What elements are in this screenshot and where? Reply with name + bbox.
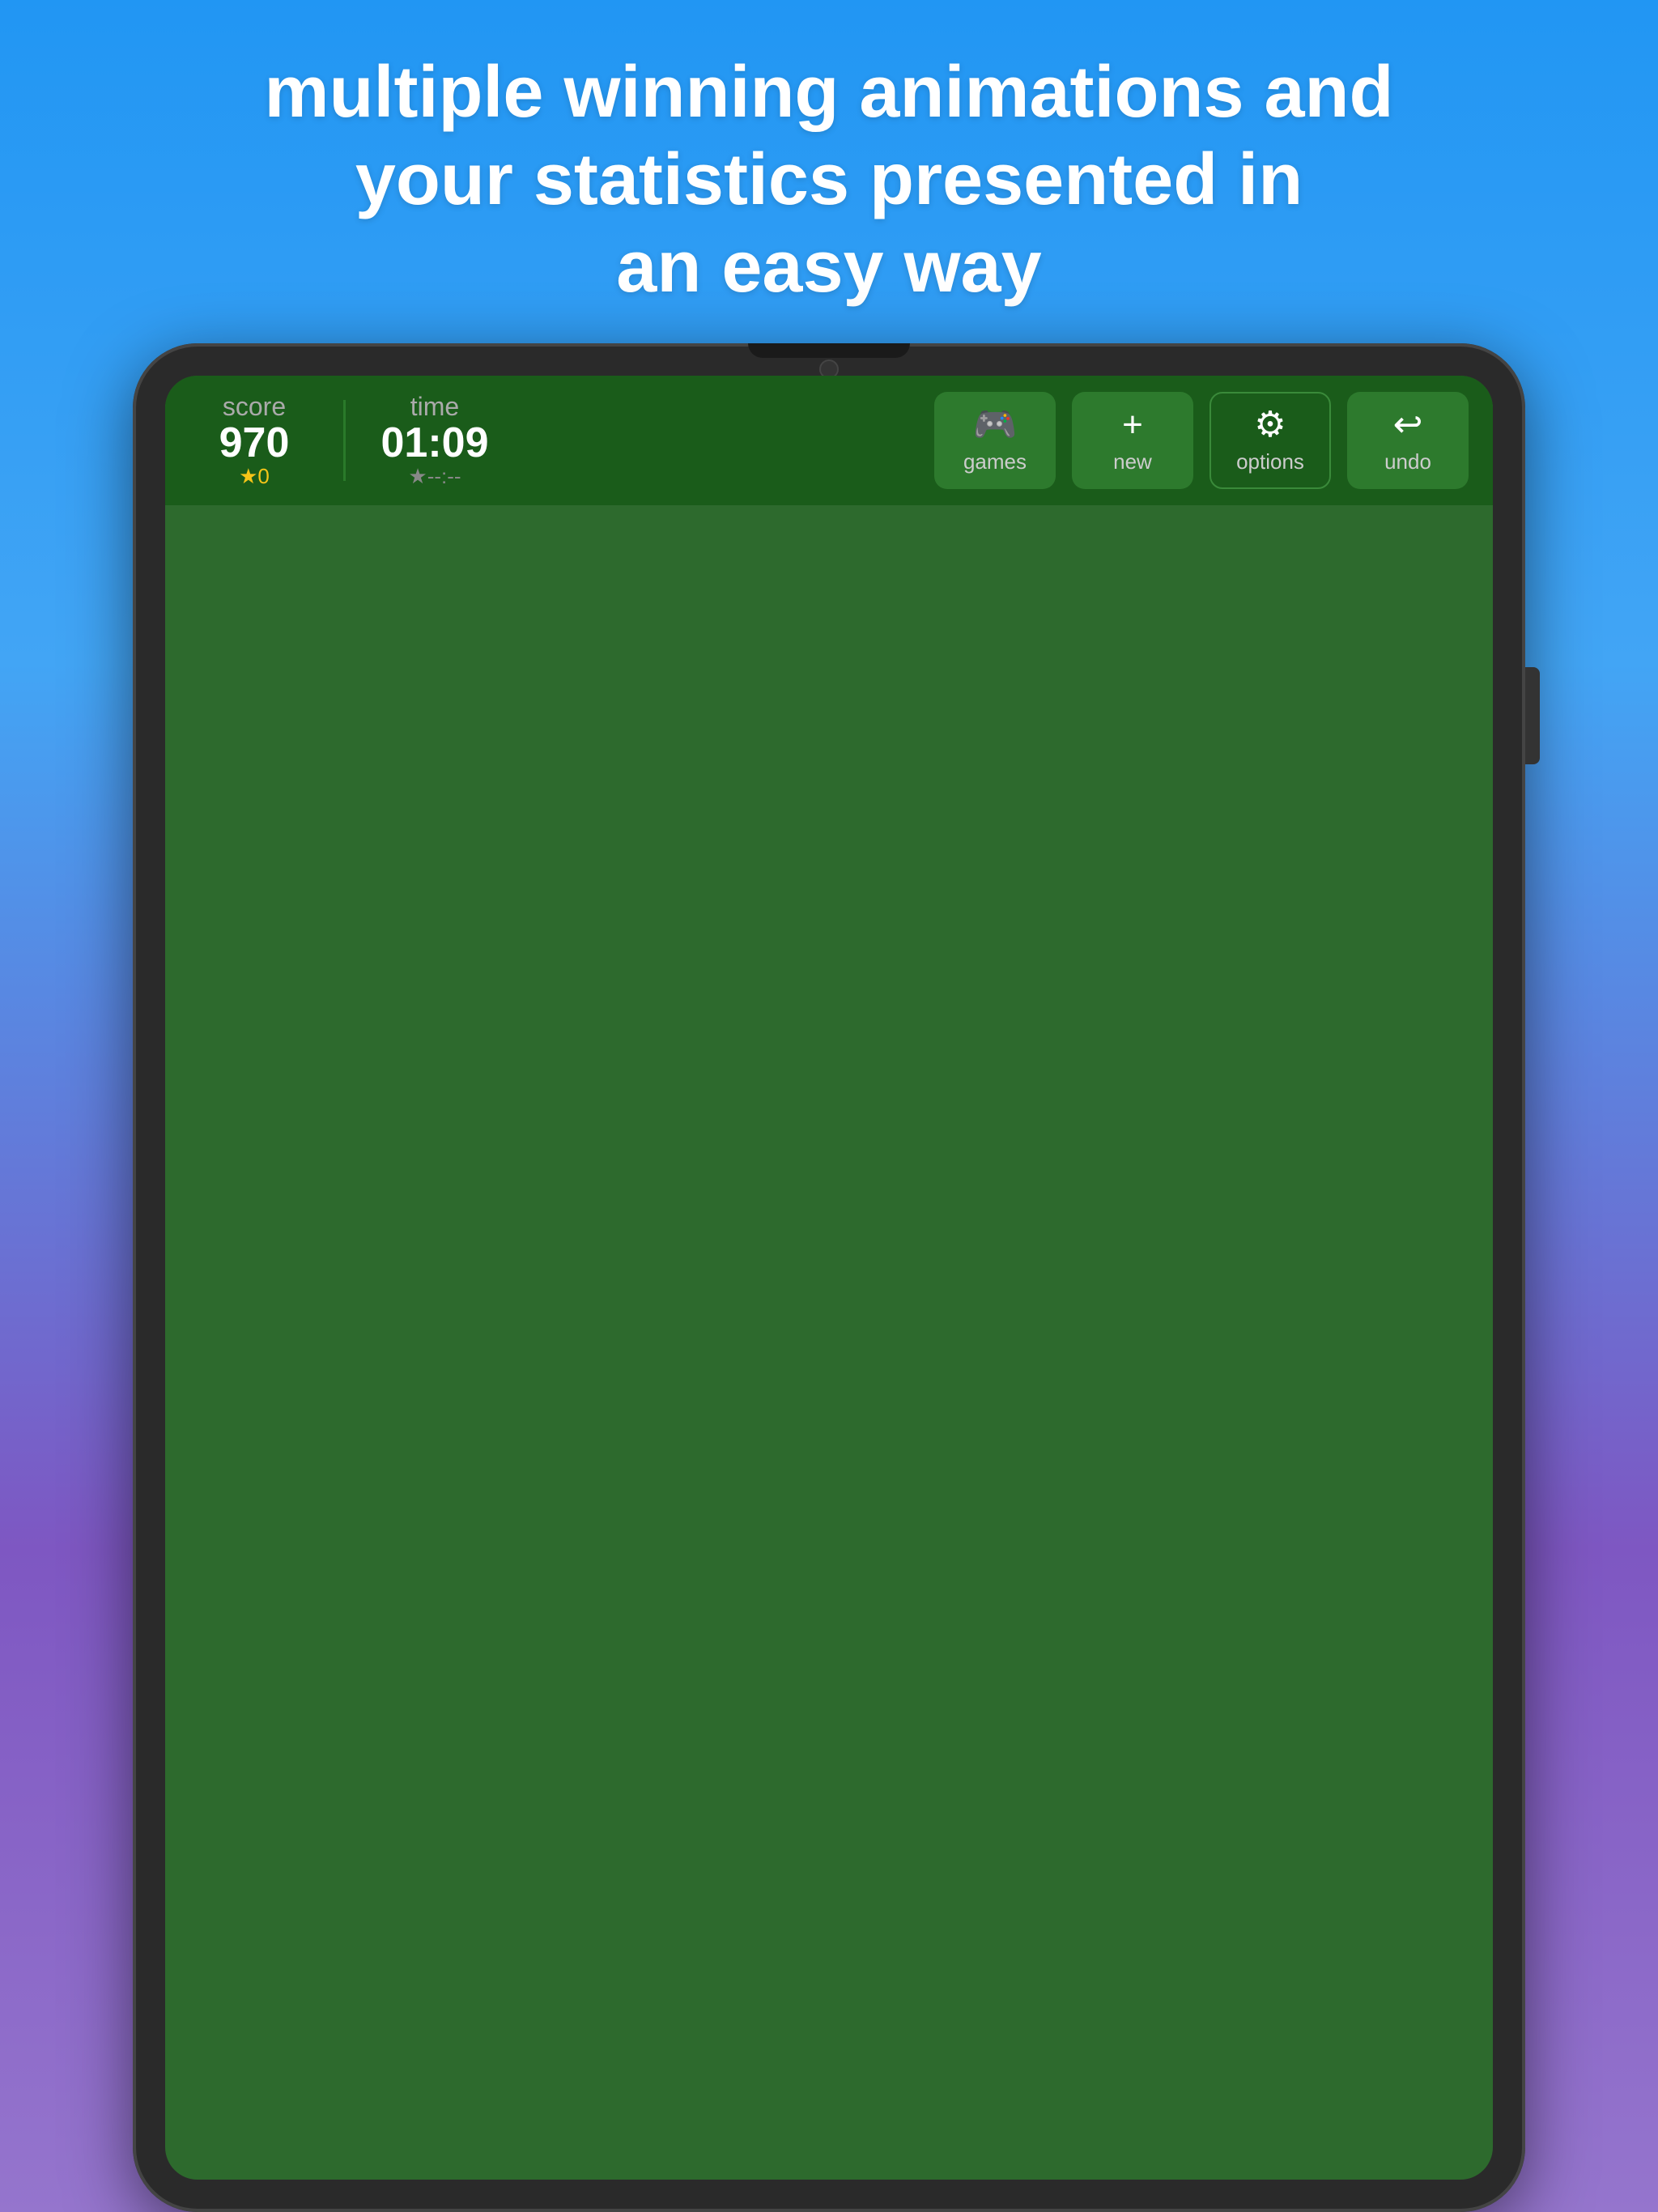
time-block: time 01:09 ★--:-- [370, 392, 500, 489]
score-value: 970 [219, 422, 290, 464]
new-label: new [1113, 449, 1152, 474]
tablet-notch [748, 343, 910, 358]
header-line1: multiple winning animations and [264, 49, 1393, 136]
toolbar-divider1 [343, 400, 346, 481]
options-label: options [1236, 449, 1304, 474]
time-sub: ★--:-- [408, 464, 461, 489]
tablet-frame: score 970 ★0 time 01:09 ★--:-- 🎮 games +… [133, 343, 1525, 2212]
games-icon: 🎮 [973, 407, 1018, 443]
header: multiple winning animations and your sta… [183, 0, 1474, 343]
games-label: games [963, 449, 1027, 474]
header-line3: an easy way [264, 223, 1393, 311]
gear-icon: ⚙ [1254, 407, 1286, 443]
undo-button[interactable]: ↩ undo [1347, 392, 1469, 489]
time-value: 01:09 [381, 422, 489, 464]
undo-label: undo [1384, 449, 1431, 474]
game-toolbar: score 970 ★0 time 01:09 ★--:-- 🎮 games +… [165, 376, 1493, 505]
undo-icon: ↩ [1393, 407, 1423, 443]
options-button[interactable]: ⚙ options [1209, 392, 1331, 489]
score-sub: ★0 [239, 464, 270, 489]
new-button[interactable]: + new [1072, 392, 1193, 489]
new-icon: + [1122, 407, 1143, 443]
games-button[interactable]: 🎮 games [934, 392, 1056, 489]
tablet-side-btn [1525, 667, 1540, 764]
tablet-screen: score 970 ★0 time 01:09 ★--:-- 🎮 games +… [165, 376, 1493, 2180]
header-line2: your statistics presented in [264, 136, 1393, 223]
time-label: time [410, 392, 459, 422]
score-block: score 970 ★0 [189, 392, 319, 489]
score-label: score [223, 392, 286, 422]
